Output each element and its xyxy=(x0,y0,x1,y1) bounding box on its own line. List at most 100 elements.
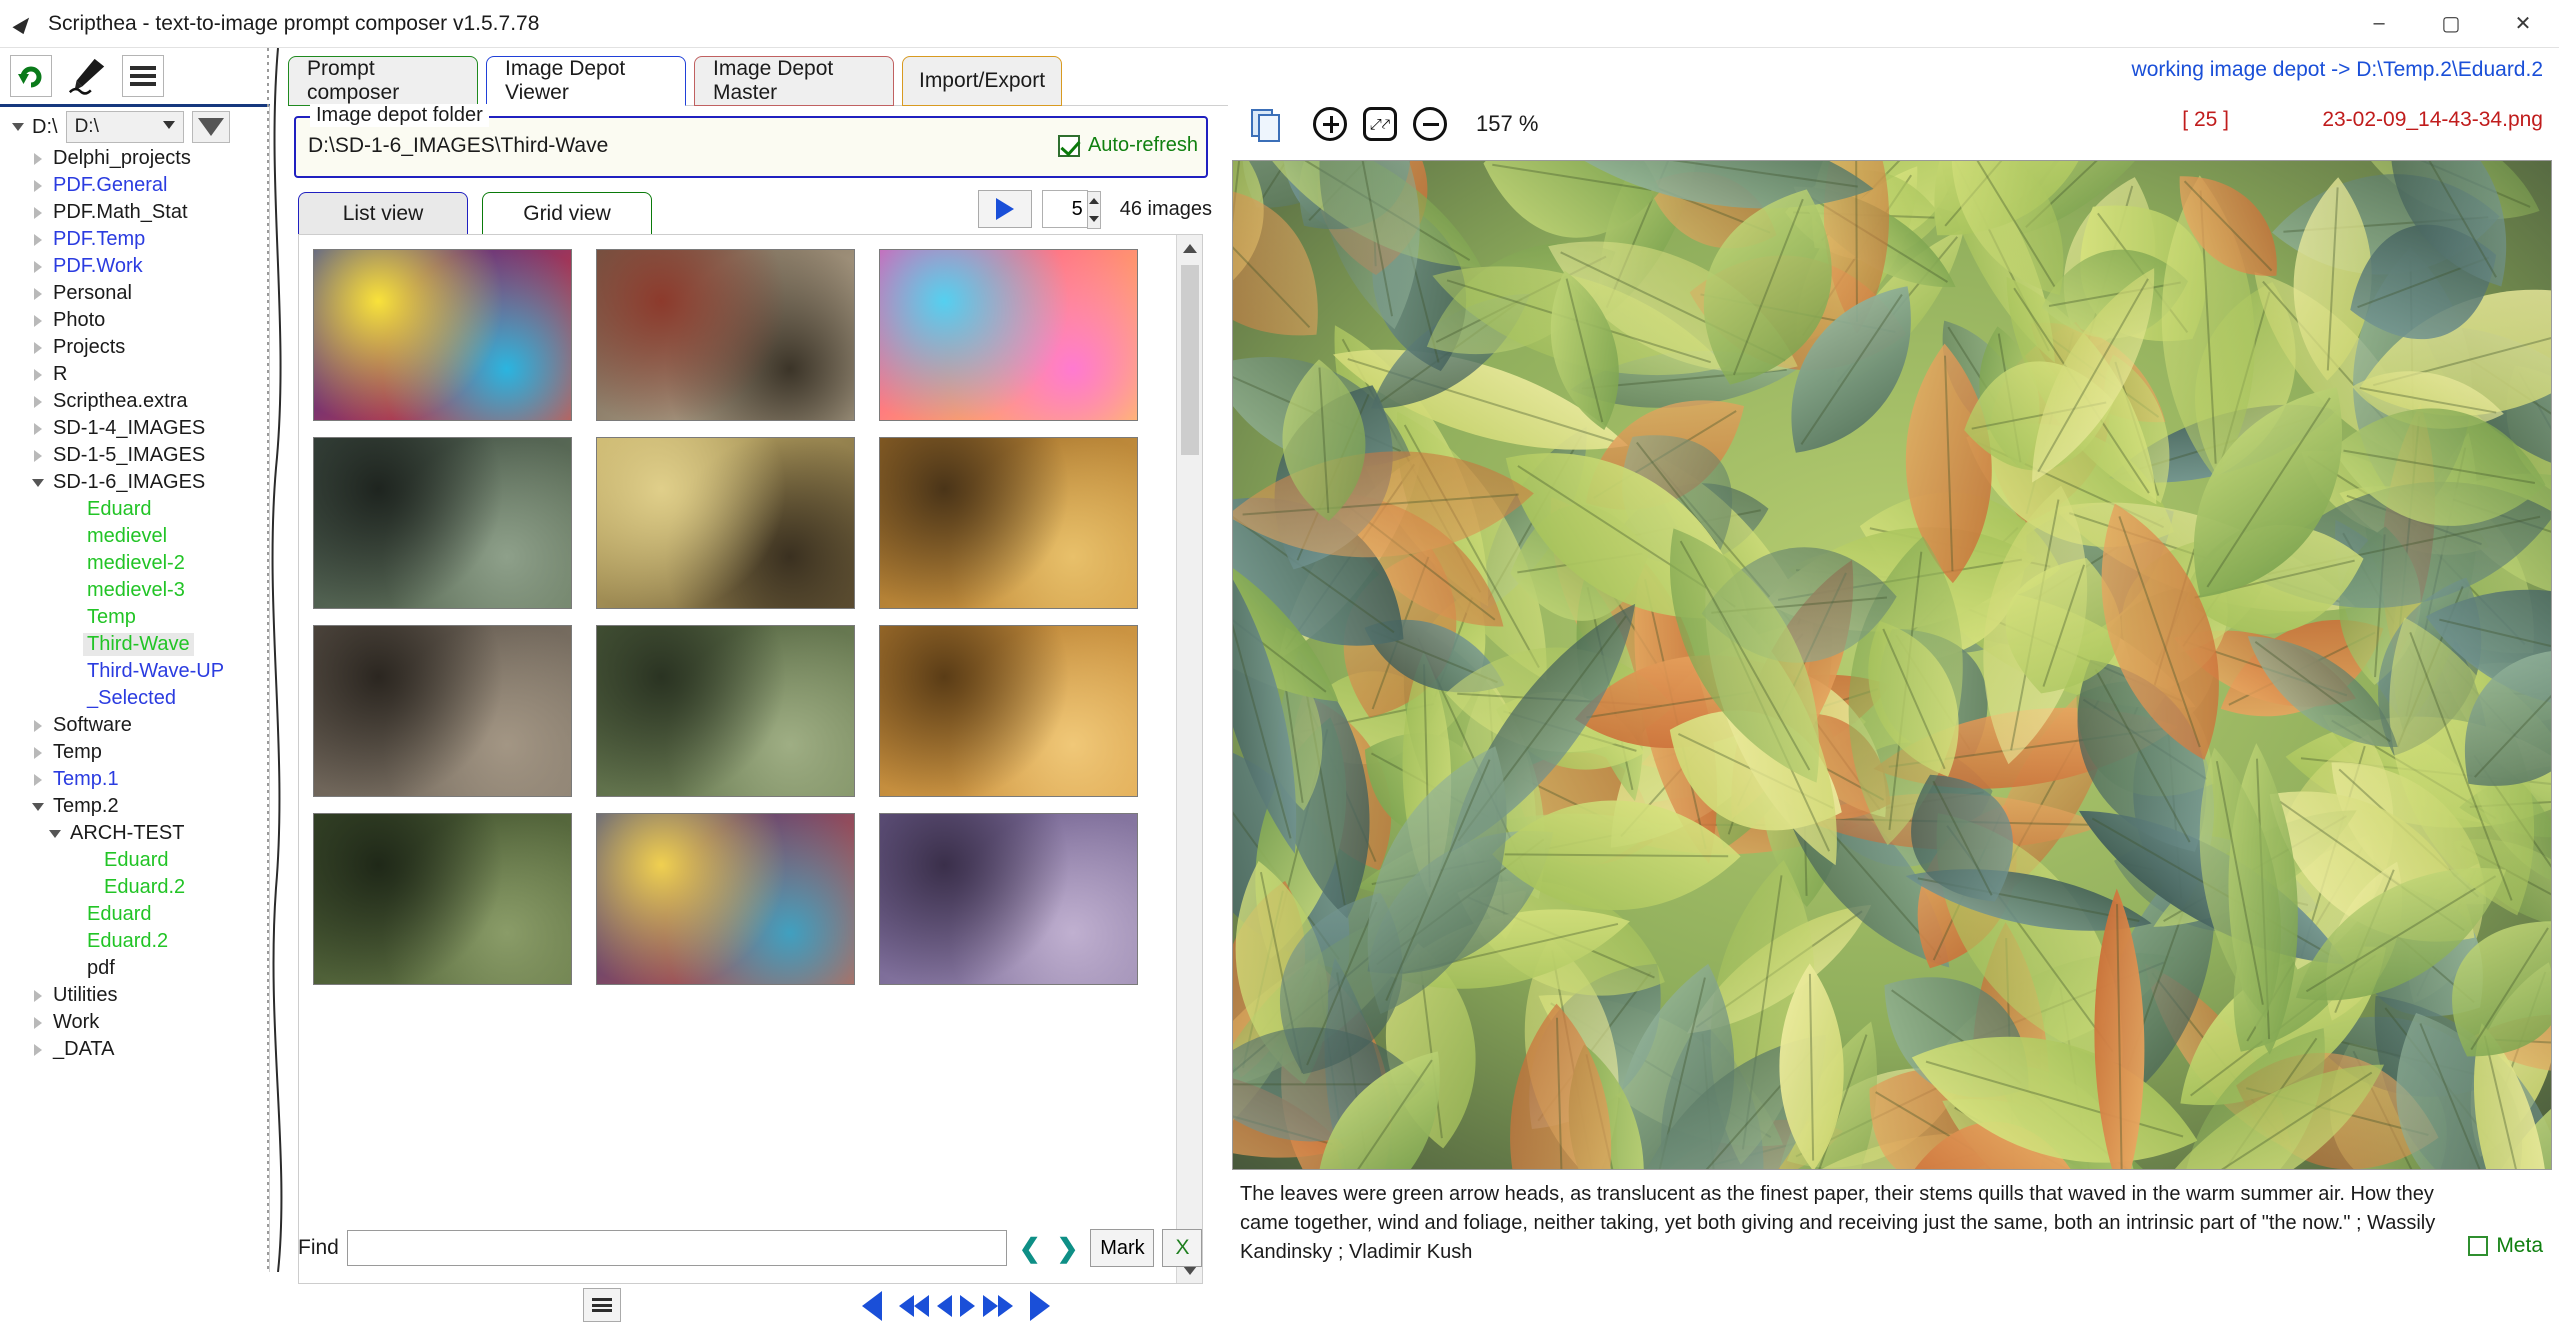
chevron-right-icon[interactable] xyxy=(27,422,49,435)
tree-item-utilities[interactable]: Utilities xyxy=(0,982,269,1009)
close-button[interactable]: ✕ xyxy=(2487,0,2559,48)
thumbnail-samurai-horse[interactable] xyxy=(596,249,855,421)
tree-item-sd-1-4-images[interactable]: SD-1-4_IMAGES xyxy=(0,415,269,442)
page-navigation[interactable] xyxy=(853,1286,1059,1326)
menu-button[interactable] xyxy=(122,55,164,97)
grid-scrollbar[interactable] xyxy=(1176,235,1202,1283)
chevron-right-icon[interactable] xyxy=(27,989,49,1002)
grid-menu-button[interactable] xyxy=(583,1288,621,1322)
fit-to-window-button[interactable]: ⤢⤤ xyxy=(1360,104,1400,144)
chevron-right-icon[interactable] xyxy=(27,746,49,759)
zoom-out-button[interactable] xyxy=(1410,104,1450,144)
chevron-right-icon[interactable] xyxy=(27,233,49,246)
thumbnail-amber-village[interactable] xyxy=(879,625,1138,797)
tree-item-scripthea-extra[interactable]: Scripthea.extra xyxy=(0,388,269,415)
tree-root-node[interactable]: D:\ xyxy=(6,116,58,139)
thumbnail-green-huts[interactable] xyxy=(313,813,572,985)
chevron-down-icon[interactable] xyxy=(27,478,49,487)
chevron-right-icon[interactable] xyxy=(27,449,49,462)
drive-combo[interactable]: D:\ xyxy=(65,111,184,143)
chevron-right-icon[interactable] xyxy=(27,341,49,354)
tree-item-eduard[interactable]: Eduard xyxy=(0,496,269,523)
tree-item-selected[interactable]: _Selected xyxy=(0,685,269,712)
chevron-right-icon[interactable] xyxy=(27,287,49,300)
tree-item-arch-test[interactable]: ARCH-TEST xyxy=(0,820,269,847)
tree-item-temp-1[interactable]: Temp.1 xyxy=(0,766,269,793)
find-prev-button[interactable]: ❮ xyxy=(1015,1233,1045,1264)
scroll-thumb[interactable] xyxy=(1181,265,1199,455)
rewind-button[interactable] xyxy=(895,1286,933,1326)
prev-next-pair[interactable] xyxy=(937,1286,975,1326)
clear-find-button[interactable]: X xyxy=(1162,1229,1203,1267)
tree-item-pdf-temp[interactable]: PDF.Temp xyxy=(0,226,269,253)
tree-item-pdf-general[interactable]: PDF.General xyxy=(0,172,269,199)
depot-folder-path[interactable]: D:\SD-1-6_IMAGES\Third-Wave xyxy=(308,134,608,158)
thumbnail-twin-towers[interactable] xyxy=(313,625,572,797)
chevron-right-icon[interactable] xyxy=(27,719,49,732)
thumbnail-floating-castles[interactable] xyxy=(313,437,572,609)
folder-tree[interactable]: Delphi_projects PDF.General PDF.Math_Stat P… xyxy=(0,145,269,1063)
thumbnail-grid[interactable] xyxy=(299,235,1169,985)
maximize-button[interactable]: ▢ xyxy=(2415,0,2487,48)
find-input[interactable] xyxy=(346,1230,1007,1266)
first-page-button[interactable] xyxy=(853,1286,891,1326)
auto-refresh-checkbox[interactable]: Auto-refresh xyxy=(1057,134,1198,157)
tree-item-eduard-2[interactable]: Eduard.2 xyxy=(0,874,269,901)
tree-item-sd-1-6-images[interactable]: SD-1-6_IMAGES xyxy=(0,469,269,496)
main-image-view[interactable] xyxy=(1232,160,2552,1170)
tab-prompt-composer[interactable]: Prompt composer xyxy=(288,56,478,106)
chevron-down-icon[interactable] xyxy=(44,829,66,838)
thumbnail-pink-confetti[interactable] xyxy=(879,249,1138,421)
refresh-button[interactable] xyxy=(10,55,52,97)
thumbnail-glowing-house[interactable] xyxy=(879,437,1138,609)
tab-image-depot-master[interactable]: Image Depot Master xyxy=(694,56,894,106)
chevron-right-icon[interactable] xyxy=(27,179,49,192)
zoom-in-button[interactable] xyxy=(1310,104,1350,144)
tree-item-personal[interactable]: Personal xyxy=(0,280,269,307)
find-next-button[interactable]: ❯ xyxy=(1053,1233,1083,1264)
tree-item-eduard[interactable]: Eduard xyxy=(0,901,269,928)
thumbnail-grid-container[interactable] xyxy=(298,234,1203,1284)
copy-button[interactable] xyxy=(1244,104,1284,144)
tree-item-medievel-3[interactable]: medievel-3 xyxy=(0,577,269,604)
tab-image-depot-viewer[interactable]: Image Depot Viewer xyxy=(486,56,686,106)
chevron-right-icon[interactable] xyxy=(27,1016,49,1029)
tree-item-third-wave[interactable]: Third-Wave xyxy=(0,631,269,658)
thumbnail-colorful-town[interactable] xyxy=(596,813,855,985)
tree-item-r[interactable]: R xyxy=(0,361,269,388)
tree-item-third-wave-up[interactable]: Third-Wave-UP xyxy=(0,658,269,685)
tree-item-eduard[interactable]: Eduard xyxy=(0,847,269,874)
filter-button[interactable] xyxy=(191,111,230,143)
stepper-arrows[interactable] xyxy=(1086,191,1101,229)
mark-button[interactable]: Mark xyxy=(1090,1229,1155,1267)
tab-import-export[interactable]: Import/Export xyxy=(902,56,1062,106)
tree-item-photo[interactable]: Photo xyxy=(0,307,269,334)
thumbnail-yellow-cottage[interactable] xyxy=(596,437,855,609)
pen-button[interactable] xyxy=(66,55,108,97)
columns-stepper[interactable]: 5 xyxy=(1041,190,1101,229)
tree-item-pdf[interactable]: pdf xyxy=(0,955,269,982)
tree-item-temp[interactable]: Temp xyxy=(0,604,269,631)
chevron-right-icon[interactable] xyxy=(27,152,49,165)
tree-item-sd-1-5-images[interactable]: SD-1-5_IMAGES xyxy=(0,442,269,469)
tree-item-temp-2[interactable]: Temp.2 xyxy=(0,793,269,820)
tree-item-projects[interactable]: Projects xyxy=(0,334,269,361)
play-slideshow-button[interactable] xyxy=(977,190,1032,228)
thumbnail-abstract-rainbow[interactable] xyxy=(313,249,572,421)
chevron-right-icon[interactable] xyxy=(27,314,49,327)
chevron-down-icon[interactable] xyxy=(27,802,49,811)
meta-checkbox[interactable]: Meta xyxy=(2468,1234,2543,1258)
tree-item-medievel-2[interactable]: medievel-2 xyxy=(0,550,269,577)
tree-item-temp[interactable]: Temp xyxy=(0,739,269,766)
last-page-button[interactable] xyxy=(1021,1286,1059,1326)
tree-item-eduard-2[interactable]: Eduard.2 xyxy=(0,928,269,955)
tree-item-software[interactable]: Software xyxy=(0,712,269,739)
tree-item-work[interactable]: Work xyxy=(0,1009,269,1036)
chevron-right-icon[interactable] xyxy=(27,395,49,408)
chevron-right-icon[interactable] xyxy=(27,773,49,786)
chevron-right-icon[interactable] xyxy=(27,1043,49,1056)
chevron-right-icon[interactable] xyxy=(27,368,49,381)
tree-item-delphi-projects[interactable]: Delphi_projects xyxy=(0,145,269,172)
thumbnail-purple-fog[interactable] xyxy=(879,813,1138,985)
chevron-right-icon[interactable] xyxy=(27,206,49,219)
